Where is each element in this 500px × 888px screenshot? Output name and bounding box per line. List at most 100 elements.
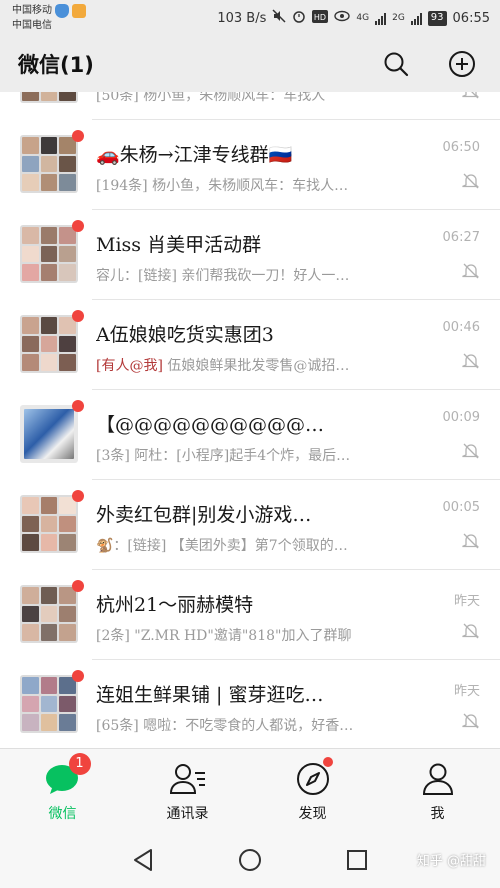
- unread-badge: 1: [68, 752, 91, 775]
- unread-dot: [72, 670, 84, 682]
- status-indicators: 103 B/s HD 4G 2G 93 06:55: [217, 9, 490, 27]
- group-avatar: [20, 315, 78, 373]
- tab-chats[interactable]: 1 微信: [0, 749, 125, 832]
- hd-icon: HD: [312, 9, 329, 27]
- mute-bell-icon: [462, 173, 480, 189]
- unread-dot: [72, 220, 84, 232]
- chat-time: 06:27: [442, 230, 480, 245]
- chat-preview: [194条] 杨小鱼，朱杨顺风车：车找人…: [96, 178, 349, 194]
- app-header: 微信(1): [0, 36, 500, 92]
- home-button[interactable]: [235, 845, 265, 875]
- tab-me[interactable]: 我: [375, 749, 500, 832]
- chat-name: 杭州21～丽赫模特: [96, 594, 254, 616]
- tab-discover[interactable]: 发现: [250, 749, 375, 832]
- group-avatar: [20, 495, 78, 553]
- chat-list[interactable]: [50条] 杨小鱼，朱杨顺风车：车找人 🚗朱杨→江津专线群🇷🇺 06:50 [1…: [0, 92, 500, 748]
- alarm-icon: [292, 9, 306, 27]
- unread-dot: [72, 490, 84, 502]
- chat-preview: [有人@我] 伍娘娘鲜果批发零售@诚招…: [96, 355, 426, 375]
- chat-name: 【@@@@@@@@@@…: [96, 414, 325, 436]
- chat-row[interactable]: 杭州21～丽赫模特 昨天 [2条] "Z.MR HD"邀请"818"加入了群聊: [0, 570, 500, 660]
- tab-discover-label: 发现: [298, 805, 327, 822]
- signal-2-icon: [410, 12, 422, 25]
- tab-contacts-label: 通讯录: [166, 805, 209, 822]
- chat-preview-text: 伍娘娘鲜果批发零售@诚招…: [162, 358, 350, 374]
- signal-icon: [375, 12, 387, 25]
- group-avatar: [20, 92, 78, 103]
- mute-bell-icon: [462, 92, 480, 99]
- chat-time: 昨天: [453, 594, 480, 609]
- mute-bell-icon: [462, 353, 480, 369]
- bottom-tab-bar: 1 微信 通讯录 发现 我: [0, 748, 500, 832]
- chat-time: 00:46: [442, 320, 480, 335]
- status-bar: 中国移动 中国电信 103 B/s HD 4G 2G 93 06:55: [0, 0, 500, 36]
- chat-preview: [3条] 阿杜：[小程序]起手4个炸，最后…: [96, 448, 351, 464]
- shield-icon: [55, 3, 69, 18]
- mute-bell-icon: [462, 533, 480, 549]
- mute-icon: [272, 9, 286, 27]
- network-speed: 103 B/s: [217, 10, 267, 26]
- unread-dot: [72, 310, 84, 322]
- person-icon: [418, 759, 458, 799]
- tab-contacts[interactable]: 通讯录: [125, 749, 250, 832]
- chat-name: 连姐生鲜果铺 | 蜜芽逛吃…: [96, 684, 324, 706]
- chat-row[interactable]: Miss 肖美甲活动群 06:27 容儿：[链接] 亲们帮我砍一刀！好人一…: [0, 210, 500, 300]
- chat-name: 🚗朱杨→江津专线群🇷🇺: [96, 144, 293, 166]
- chat-time: 00:09: [442, 410, 480, 425]
- chat-preview: [65条] 嗯啦：不吃零食的人都说，好香…: [96, 718, 354, 734]
- group-avatar: [20, 585, 78, 643]
- recents-square-icon: [346, 850, 367, 870]
- chat-time: 06:50: [442, 140, 480, 155]
- carrier-2-label: 中国电信: [12, 20, 52, 31]
- mention-tag: [有人@我]: [96, 358, 163, 374]
- recents-button[interactable]: [342, 845, 372, 875]
- eye-icon: [334, 10, 351, 26]
- battery-level: 93: [430, 11, 444, 23]
- battery-icon: 93: [427, 10, 447, 26]
- chat-preview: [50条] 杨小鱼，朱杨顺风车：车找人: [96, 92, 326, 104]
- chat-preview: 🐒：[链接] 【美团外卖】第7个领取的…: [96, 538, 348, 554]
- chat-name: A伍娘娘吃货实惠团3: [96, 324, 274, 346]
- group-avatar: [20, 405, 78, 463]
- chat-row[interactable]: 【@@@@@@@@@@… 00:09 [3条] 阿杜：[小程序]起手4个炸，最后…: [0, 390, 500, 480]
- unread-dot: [72, 130, 84, 142]
- page-title: 微信(1): [18, 53, 94, 77]
- tab-chats-label: 微信: [48, 805, 77, 822]
- search-icon: [384, 52, 409, 77]
- back-triangle-icon: [134, 849, 153, 871]
- unread-dot: [72, 400, 84, 412]
- group-avatar: [20, 135, 78, 193]
- mute-bell-icon: [462, 443, 480, 459]
- chat-preview: [2条] "Z.MR HD"邀请"818"加入了群聊: [96, 628, 352, 644]
- clock: 06:55: [452, 10, 490, 26]
- network-type-2: 2G: [392, 13, 405, 23]
- chat-name: 外卖红包群|别发小游戏…: [96, 504, 312, 526]
- carrier-info: 中国移动 中国电信: [12, 3, 86, 33]
- chat-name: Miss 肖美甲活动群: [96, 234, 262, 256]
- compass-icon: [293, 756, 333, 799]
- back-button[interactable]: [128, 845, 158, 875]
- plus-circle-icon: [449, 51, 475, 77]
- chat-row[interactable]: 🚗朱杨→江津专线群🇷🇺 06:50 [194条] 杨小鱼，朱杨顺风车：车找人…: [0, 120, 500, 210]
- svg-text:HD: HD: [314, 13, 326, 22]
- new-dot: [322, 756, 333, 767]
- group-avatar: [20, 225, 78, 283]
- chat-row[interactable]: A伍娘娘吃货实惠团3 00:46 [有人@我] 伍娘娘鲜果批发零售@诚招…: [0, 300, 500, 390]
- chat-row[interactable]: [50条] 杨小鱼，朱杨顺风车：车找人: [0, 92, 500, 120]
- contacts-icon: [168, 759, 208, 799]
- group-avatar: [20, 675, 78, 733]
- search-button[interactable]: [376, 44, 416, 84]
- app-notification-icon: [72, 3, 86, 18]
- chat-row[interactable]: 连姐生鲜果铺 | 蜜芽逛吃… 昨天 [65条] 嗯啦：不吃零食的人都说，好香…: [0, 660, 500, 748]
- mute-bell-icon: [462, 713, 480, 729]
- chat-time: 昨天: [453, 684, 480, 699]
- add-button[interactable]: [442, 44, 482, 84]
- network-type-1: 4G: [356, 13, 370, 23]
- tab-me-label: 我: [430, 805, 445, 822]
- mute-bell-icon: [462, 623, 480, 639]
- mute-bell-icon: [462, 263, 480, 279]
- watermark: 知乎 @甜甜: [416, 854, 486, 869]
- home-circle-icon: [238, 849, 261, 871]
- chat-row[interactable]: 外卖红包群|别发小游戏… 00:05 🐒：[链接] 【美团外卖】第7个领取的…: [0, 480, 500, 570]
- chat-bubble-icon: 1: [43, 752, 91, 799]
